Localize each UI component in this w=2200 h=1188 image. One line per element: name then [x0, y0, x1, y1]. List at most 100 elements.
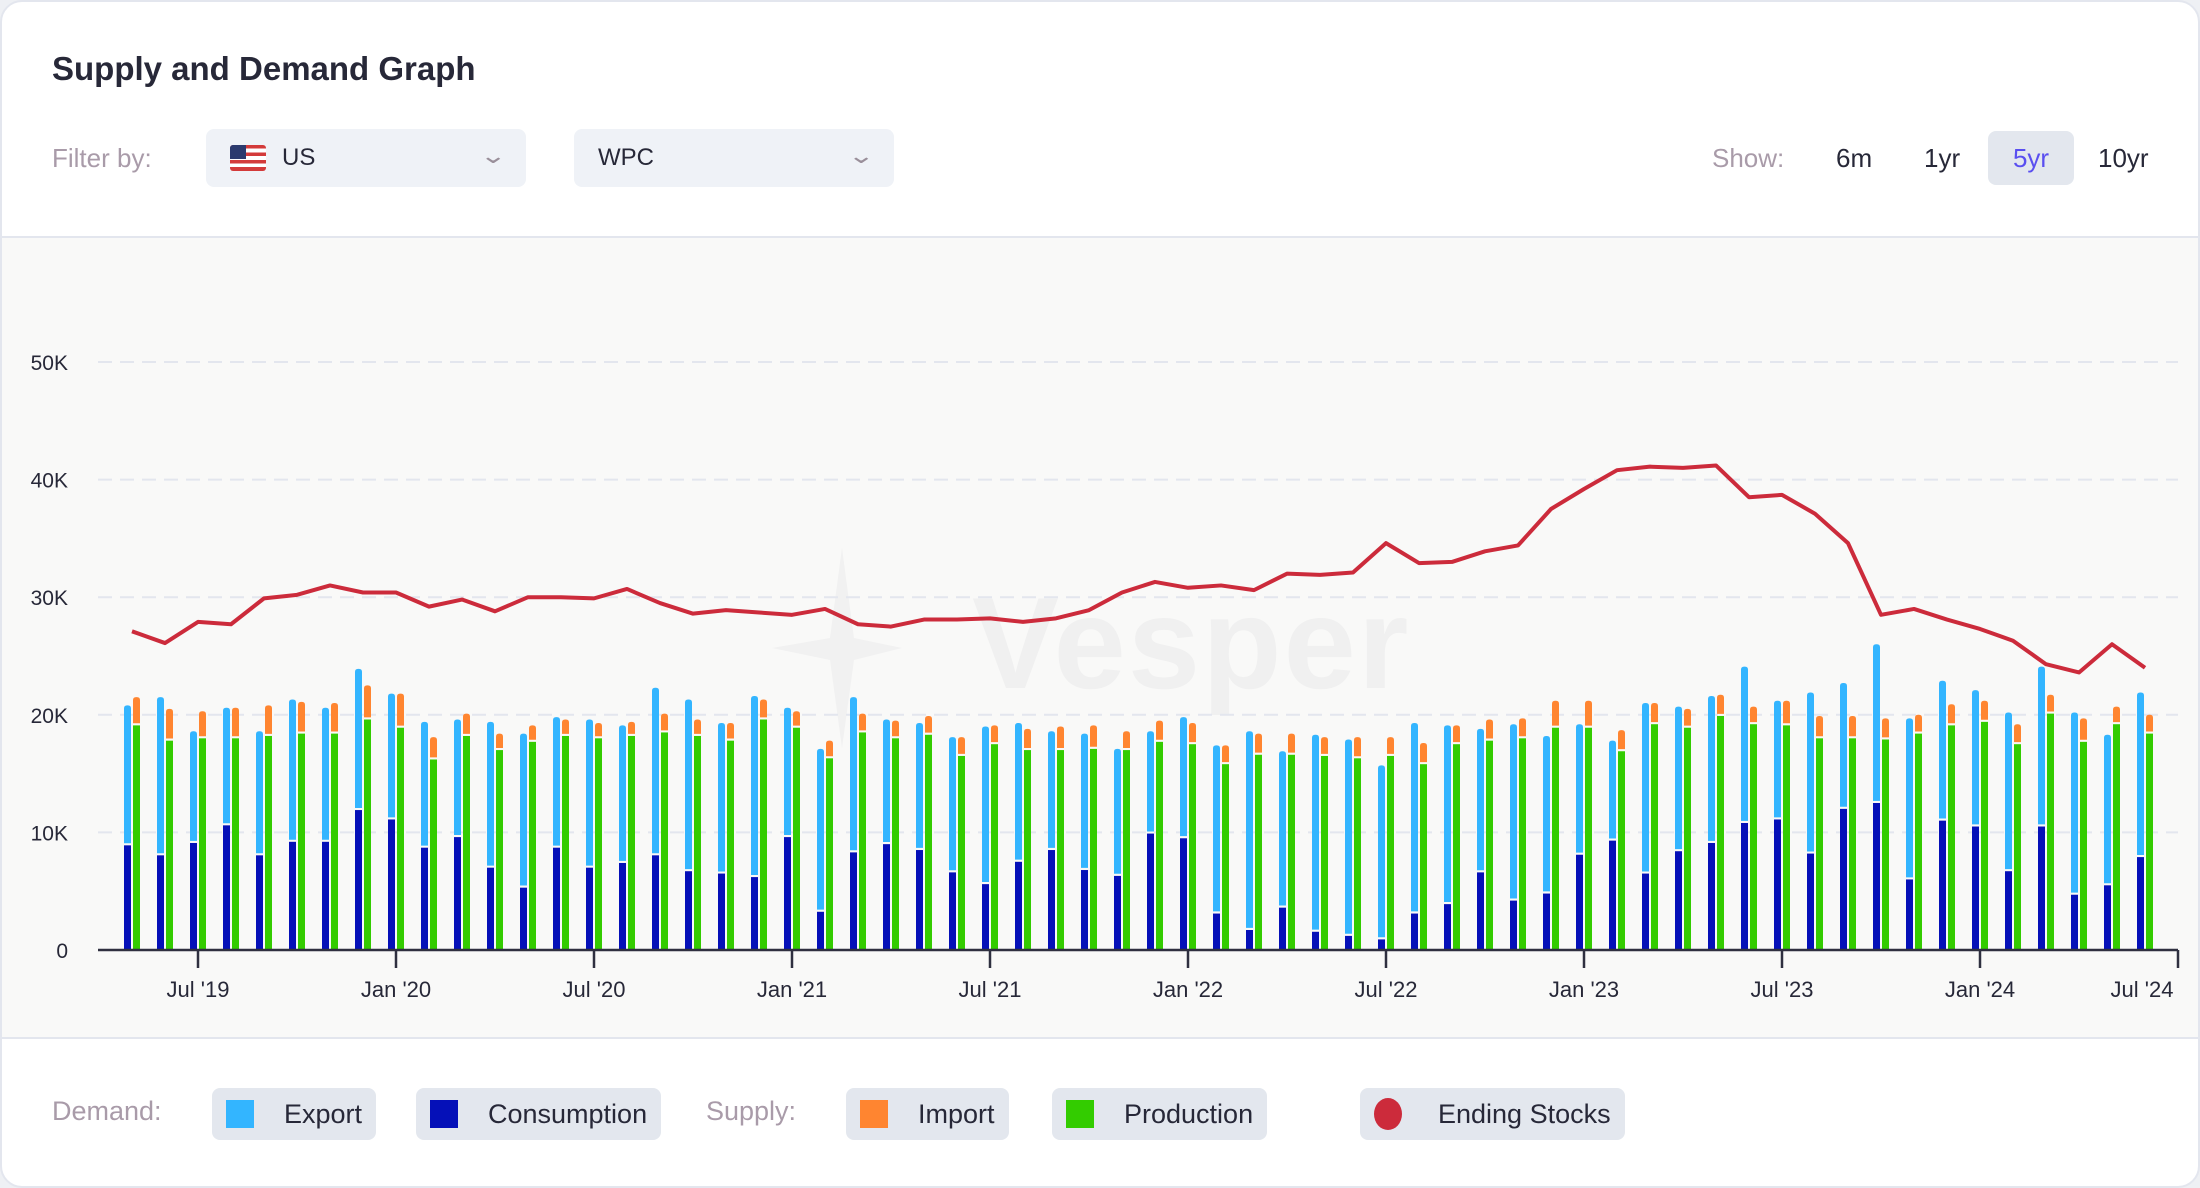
export-bar: [1312, 734, 1319, 930]
production-bar: [1816, 738, 1823, 950]
production-bar: [1882, 739, 1889, 950]
consumption-bar: [1840, 808, 1847, 950]
consumption-bar: [817, 911, 824, 950]
import-bar: [1123, 731, 1130, 748]
range-10yr-button[interactable]: 10yr: [2084, 131, 2163, 185]
production-bar: [1321, 755, 1328, 950]
import-bar: [2113, 706, 2120, 723]
production-bar: [430, 759, 437, 950]
export-bar: [1906, 718, 1913, 878]
consumption-bar: [520, 887, 527, 950]
consumption-bar: [1576, 854, 1583, 950]
chevron-down-icon: ⌄: [846, 143, 875, 168]
import-bar: [925, 715, 932, 733]
range-1yr-button[interactable]: 1yr: [1910, 131, 1974, 185]
import-bar: [826, 740, 833, 757]
x-tick-label: Jan '24: [1945, 977, 2015, 1002]
import-bar: [1288, 733, 1295, 753]
import-bar: [1585, 700, 1592, 726]
production-bar: [2113, 724, 2120, 950]
legend-consumption[interactable]: Consumption: [416, 1088, 662, 1140]
consumption-bar: [685, 871, 692, 950]
consumption-bar: [1411, 913, 1418, 950]
import-bar: [1849, 715, 1856, 737]
x-tick-label: Jul '23: [1751, 977, 1814, 1002]
production-bar: [760, 719, 767, 950]
country-dropdown[interactable]: US ⌄: [206, 129, 526, 187]
y-tick-label: 50K: [31, 352, 68, 375]
consumption-bar: [1609, 840, 1616, 950]
consumption-bar: [1477, 872, 1484, 950]
consumption-bar: [751, 877, 758, 950]
range-6m-button[interactable]: 6m: [1822, 131, 1886, 185]
import-bar: [2146, 714, 2153, 732]
import-bar: [2080, 718, 2087, 740]
import-bar: [2047, 694, 2054, 712]
production-bar: [331, 733, 338, 950]
production-bar: [991, 744, 998, 950]
consumption-bar: [1081, 870, 1088, 950]
production-bar: [826, 758, 833, 950]
production-bar: [727, 740, 734, 950]
import-bar: [1090, 725, 1097, 747]
import-bar: [694, 719, 701, 734]
legend-import[interactable]: Import: [846, 1088, 1009, 1140]
consumption-bar: [1642, 873, 1649, 950]
export-bar: [1114, 748, 1121, 874]
import-bar: [793, 711, 800, 726]
consumption-bar: [1543, 893, 1550, 950]
import-bar: [1387, 737, 1394, 754]
export-bar: [1510, 724, 1517, 899]
production-bar: [1552, 727, 1559, 950]
production-bar: [2146, 733, 2153, 950]
production-bar: [958, 755, 965, 950]
import-bar: [1156, 720, 1163, 740]
legend-export[interactable]: Export: [212, 1088, 377, 1140]
supply-demand-card: Supply and Demand Graph Filter by: US ⌄ …: [0, 0, 2200, 1188]
export-bar: [586, 719, 593, 866]
production-bar: [166, 740, 173, 950]
legend-production[interactable]: Production: [1052, 1088, 1268, 1140]
export-bar: [2071, 712, 2078, 893]
production-bar: [1915, 733, 1922, 950]
production-bar: [595, 738, 602, 950]
export-bar: [1048, 731, 1055, 848]
range-5yr-button[interactable]: 5yr: [1988, 131, 2074, 185]
consumption-bar: [718, 873, 725, 950]
consumption-bar: [355, 810, 362, 950]
import-swatch-icon: [860, 1100, 888, 1128]
consumption-bar: [1774, 819, 1781, 950]
chart-svg: 0 10K 20K 30K 40K 50K Jul '19 Jan '20 Jul '20 Jan…: [31, 352, 2180, 1002]
show-label: Show:: [1712, 143, 1785, 173]
x-tick-label: Jul '19: [167, 977, 230, 1002]
import-bar: [397, 693, 404, 726]
consumption-bar: [2005, 871, 2012, 950]
export-bar: [355, 668, 362, 808]
legend-ending-stocks[interactable]: Ending Stocks: [1360, 1088, 1625, 1140]
import-bar: [1453, 725, 1460, 743]
production-bar: [2047, 713, 2054, 950]
y-tick-label: 20K: [31, 705, 68, 728]
production-bar: [1750, 724, 1757, 950]
import-bar: [1552, 700, 1559, 726]
production-bar: [1255, 754, 1262, 950]
import-bar: [1420, 743, 1427, 763]
consumption-bar: [982, 884, 989, 950]
consumption-bar: [1114, 875, 1121, 950]
consumption-bar: [2104, 885, 2111, 950]
ending-stocks-dot-icon: [1374, 1098, 1402, 1130]
consumption-bar: [1873, 803, 1880, 950]
production-bar: [1618, 751, 1625, 950]
page-title: Supply and Demand Graph: [52, 50, 476, 87]
import-bar: [496, 733, 503, 748]
consumption-bar: [1312, 931, 1319, 950]
import-bar: [1222, 745, 1229, 763]
import-bar: [892, 720, 899, 737]
consumption-bar: [949, 872, 956, 950]
import-bar: [760, 699, 767, 718]
production-bar: [859, 732, 866, 950]
production-bar: [1849, 738, 1856, 950]
production-bar: [2080, 741, 2087, 950]
product-dropdown[interactable]: WPC ⌄: [574, 129, 894, 187]
export-bar: [1477, 728, 1484, 871]
